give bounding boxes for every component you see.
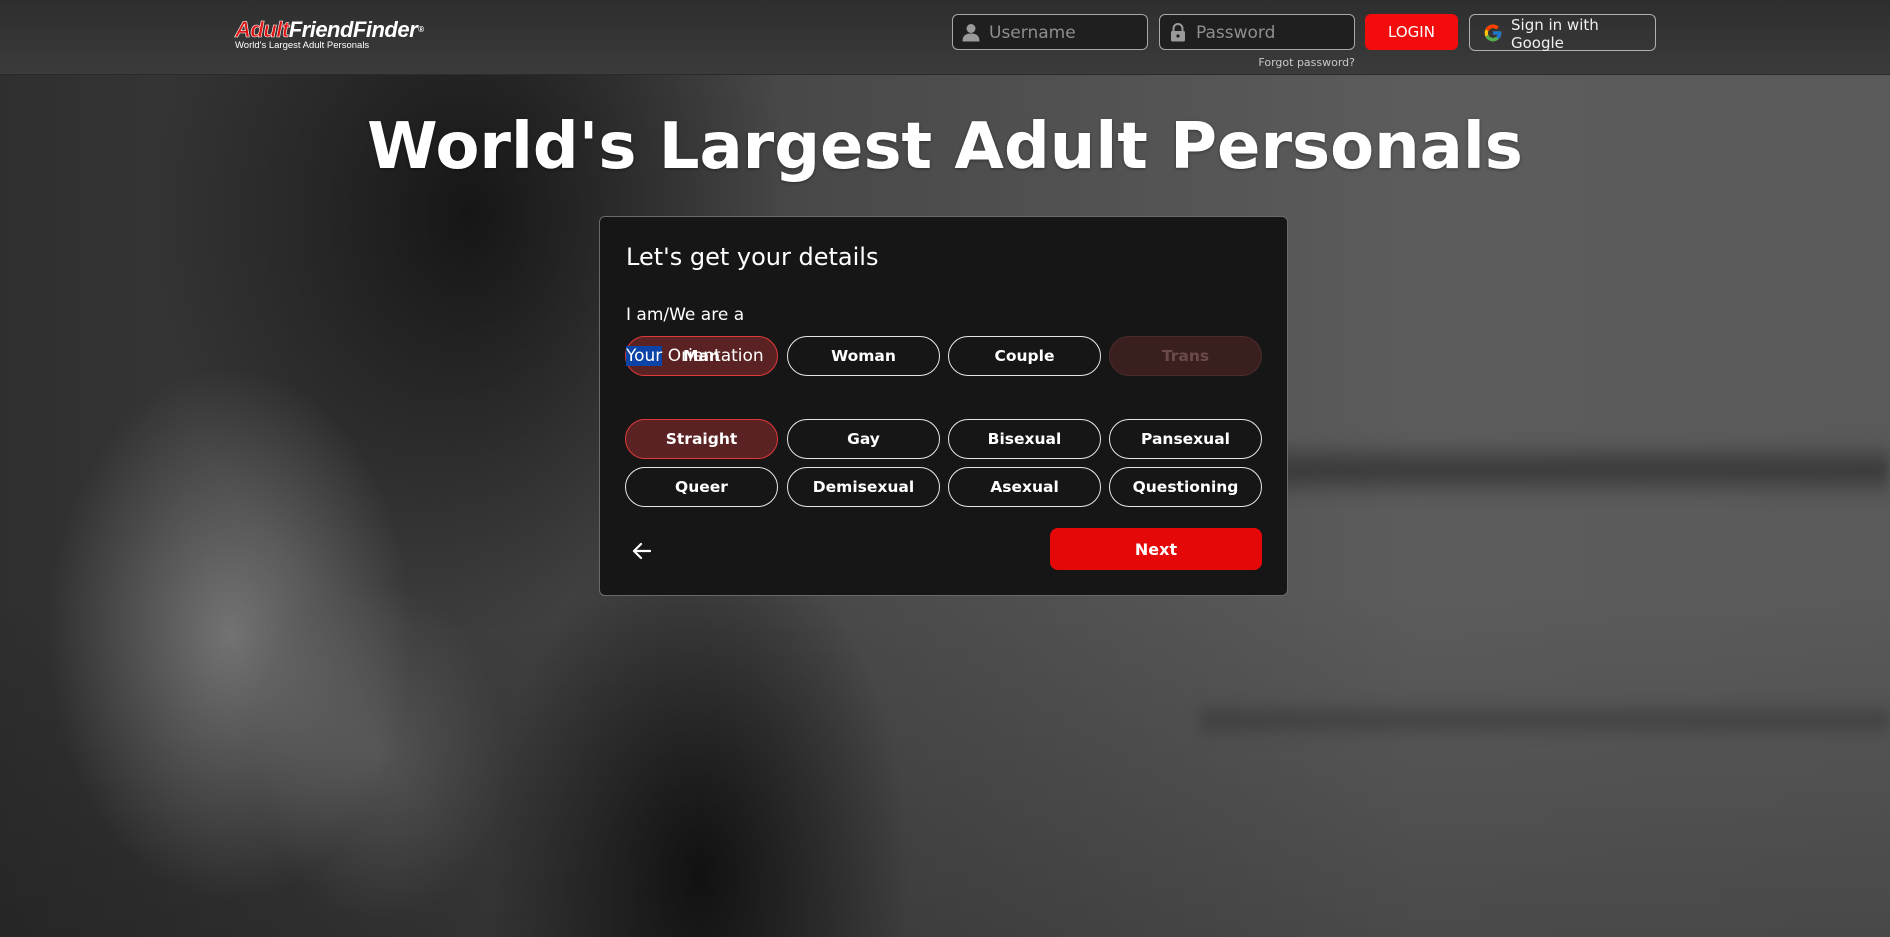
- logo-part-friendfinder: FriendFinder: [288, 17, 418, 42]
- logo[interactable]: AdultFriendFinder® World's Largest Adult…: [235, 17, 424, 51]
- orientation-label: Your Orientation: [626, 346, 764, 366]
- back-button[interactable]: [622, 531, 662, 571]
- password-field[interactable]: [1159, 14, 1355, 51]
- identity-option-couple[interactable]: Couple: [948, 336, 1101, 376]
- orientation-label-selected-text: Your: [626, 346, 663, 366]
- orientation-option-asexual[interactable]: Asexual: [948, 467, 1101, 507]
- background-shadow: [1200, 700, 1890, 740]
- logo-tagline: World's Largest Adult Personals: [235, 40, 370, 51]
- next-button[interactable]: Next: [1050, 528, 1262, 570]
- google-signin-label: Sign in with Google: [1511, 16, 1599, 52]
- google-signin-button[interactable]: Sign in with Google: [1469, 14, 1656, 52]
- lock-icon: [1171, 23, 1185, 42]
- login-button[interactable]: LOGIN: [1365, 14, 1458, 50]
- password-input[interactable]: [1194, 15, 1348, 51]
- details-card: Let's get your details I am/We are a Man…: [599, 216, 1288, 596]
- logo-wordmark: AdultFriendFinder®: [235, 17, 424, 42]
- orientation-option-bisexual[interactable]: Bisexual: [948, 419, 1101, 459]
- orientation-option-questioning[interactable]: Questioning: [1109, 467, 1262, 507]
- orientation-option-straight[interactable]: Straight: [625, 419, 778, 459]
- top-header: AdultFriendFinder® World's Largest Adult…: [0, 0, 1890, 75]
- card-title: Let's get your details: [626, 243, 879, 271]
- logo-registered-mark: ®: [418, 25, 424, 34]
- orientation-option-queer[interactable]: Queer: [625, 467, 778, 507]
- google-g-icon: [1484, 24, 1502, 42]
- orientation-option-gay[interactable]: Gay: [787, 419, 940, 459]
- logo-part-adult: Adult: [235, 17, 290, 42]
- orientation-label-rest: Orientation: [662, 346, 764, 366]
- identity-option-woman[interactable]: Woman: [787, 336, 940, 376]
- page-headline: World's Largest Adult Personals: [367, 110, 1523, 184]
- page: AdultFriendFinder® World's Largest Adult…: [0, 0, 1890, 937]
- orientation-option-demisexual[interactable]: Demisexual: [787, 467, 940, 507]
- orientation-option-pansexual[interactable]: Pansexual: [1109, 419, 1262, 459]
- username-input[interactable]: [987, 15, 1141, 51]
- arrow-left-icon: [632, 542, 652, 560]
- identity-option-trans[interactable]: Trans: [1109, 336, 1262, 376]
- identity-label: I am/We are a: [626, 305, 745, 325]
- username-field[interactable]: [952, 14, 1148, 51]
- user-icon: [962, 24, 980, 42]
- forgot-password-link[interactable]: Forgot password?: [1200, 56, 1355, 69]
